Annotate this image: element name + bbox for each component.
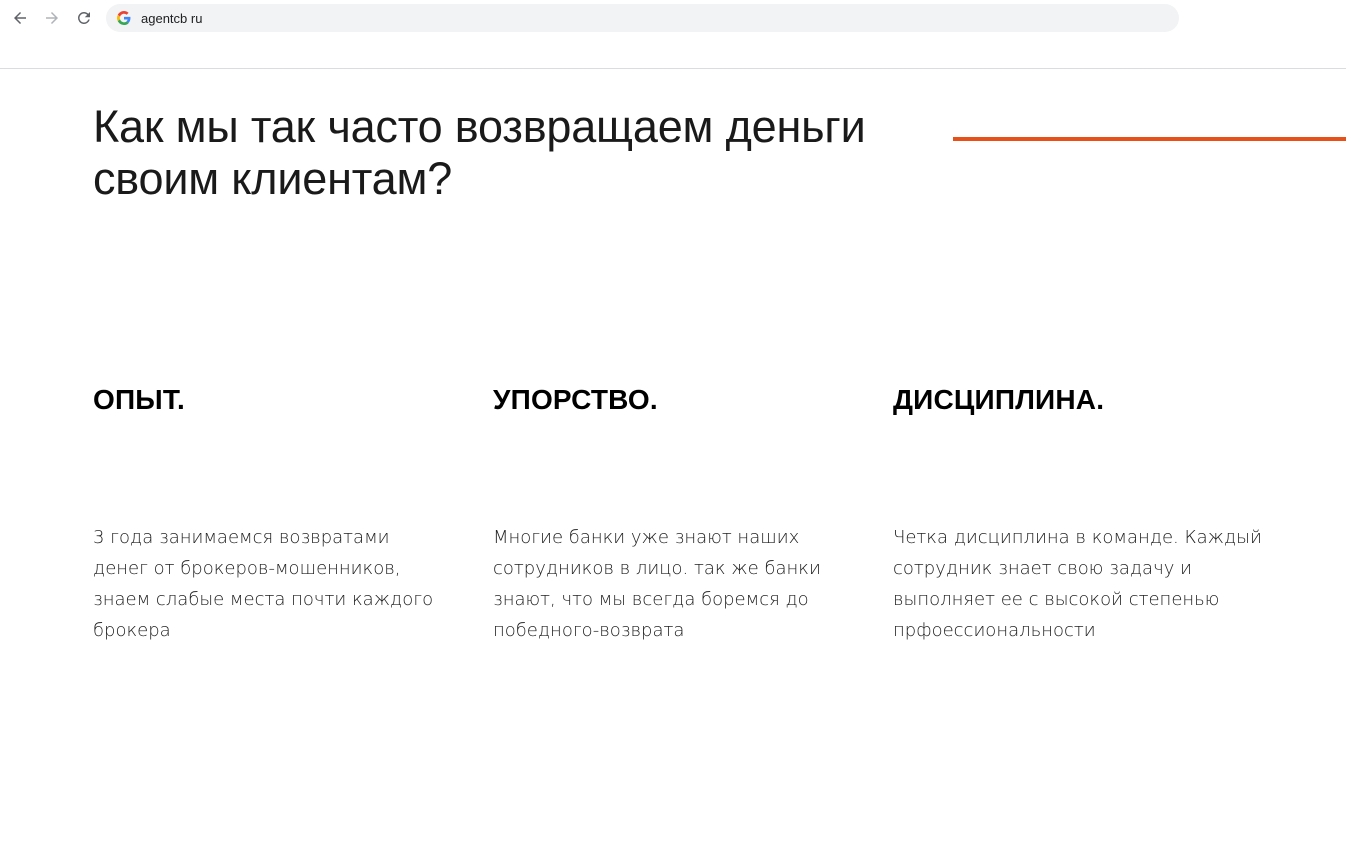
back-button[interactable] bbox=[9, 7, 31, 29]
feature-text-line: Четка дисциплина в команде. Каждый bbox=[893, 527, 1262, 548]
feature-description: 3 года занимаемся возвратами денег от бр… bbox=[93, 522, 473, 646]
feature-persistence: УПОРСТВО. Многие банки уже знают наших с… bbox=[493, 378, 873, 646]
feature-text-line: победного-возврата bbox=[493, 620, 685, 641]
accent-line bbox=[953, 137, 1346, 141]
url-text: agentcb ru bbox=[141, 10, 203, 26]
arrow-left-icon bbox=[14, 12, 26, 24]
feature-experience: ОПЫТ. 3 года занимаемся возвратами денег… bbox=[93, 378, 473, 646]
feature-title: УПОРСТВО. bbox=[493, 384, 658, 415]
address-bar[interactable]: agentcb ru bbox=[106, 4, 1179, 32]
feature-text-line: прфоессиональности bbox=[893, 620, 1096, 641]
reload-button[interactable] bbox=[73, 7, 95, 29]
feature-text-line: 3 года занимаемся возвратами bbox=[93, 527, 390, 548]
feature-text-line: знают, что мы всегда боремся до bbox=[493, 589, 809, 610]
feature-text-line: Многие банки уже знают наших bbox=[493, 527, 800, 548]
feature-description: Многие банки уже знают наших сотрудников… bbox=[493, 522, 873, 646]
feature-title: ДИСЦИПЛИНА. bbox=[893, 384, 1105, 415]
feature-discipline: ДИСЦИПЛИНА. Четка дисциплина в команде. … bbox=[893, 378, 1313, 646]
arrow-right-icon bbox=[46, 12, 58, 24]
feature-title: ОПЫТ. bbox=[93, 384, 186, 415]
reload-icon bbox=[77, 11, 90, 24]
feature-text-line: денег от брокеров-мошенников, bbox=[93, 558, 401, 579]
google-g-icon bbox=[117, 11, 131, 25]
feature-text-line: сотрудник знает свою задачу и bbox=[893, 558, 1192, 579]
page-title-line-2: своим клиентам? bbox=[93, 153, 453, 204]
page-title-line-1: Как мы так часто возвращаем деньги bbox=[93, 101, 866, 152]
feature-text-line: знаем слабые места почти каждого bbox=[93, 589, 434, 610]
forward-button[interactable] bbox=[41, 7, 63, 29]
page-title: Как мы так часто возвращаем деньги своим… bbox=[93, 101, 923, 205]
feature-text-line: выполняет ее с высокой степенью bbox=[893, 589, 1220, 610]
browser-toolbar: agentcb ru bbox=[0, 0, 1346, 69]
feature-description: Четка дисциплина в команде. Каждый сотру… bbox=[893, 522, 1313, 646]
feature-text-line: брокера bbox=[93, 620, 171, 641]
feature-text-line: сотрудников в лицо. так же банки bbox=[493, 558, 821, 579]
